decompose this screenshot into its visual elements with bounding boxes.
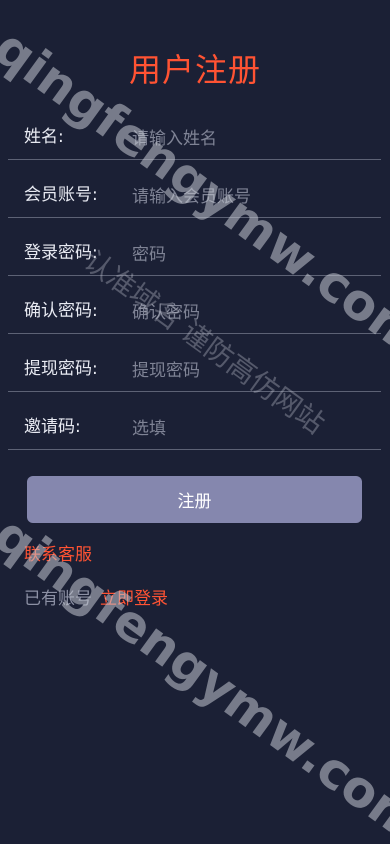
confirm-password-label: 确认密码: [24,301,98,321]
invite-code-label: 邀请码: [24,417,81,437]
register-form: 姓名: 会员账号: 登录密码: 确认密码: 提现密码: 邀请码: [8,102,381,450]
invite-code-row: 邀请码: [8,392,381,450]
confirm-password-row: 确认密码: [8,276,381,334]
account-input[interactable] [132,184,372,210]
withdraw-password-row: 提现密码: [8,334,381,392]
name-row: 姓名: [8,102,381,160]
withdraw-password-input[interactable] [132,358,372,384]
login-line: 已有账号 立即登录 [24,586,168,612]
confirm-password-input[interactable] [132,300,372,326]
name-label: 姓名: [24,127,64,147]
account-row: 会员账号: [8,160,381,218]
account-label: 会员账号: [24,185,98,205]
page-title: 用户注册 [128,51,261,89]
login-password-label: 登录密码: [24,243,98,263]
login-password-row: 登录密码: [8,218,381,276]
withdraw-password-label: 提现密码: [24,359,98,379]
name-input[interactable] [132,126,372,152]
register-page: 用户注册 姓名: 会员账号: 登录密码: 确认密码: 提现密码: 邀请码: 注册… [0,0,390,844]
login-password-input[interactable] [132,242,372,268]
contact-service-link[interactable]: 联系客服 [24,542,92,568]
login-prompt: 已有账号 [24,589,92,609]
register-button[interactable]: 注册 [27,476,362,523]
invite-code-input[interactable] [132,416,372,442]
login-link[interactable]: 立即登录 [100,589,168,609]
